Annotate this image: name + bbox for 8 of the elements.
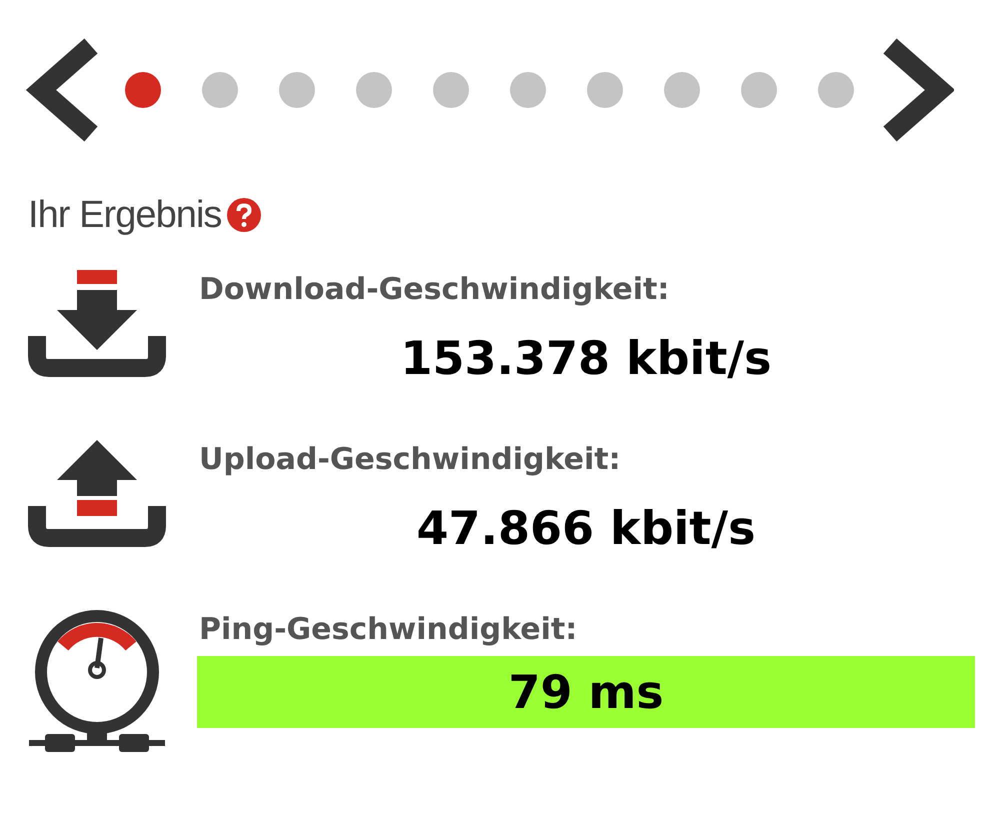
section-heading: Ihr Ergebnis xyxy=(28,192,222,238)
result-value: 153.378 kbit/s xyxy=(400,330,772,387)
help-icon[interactable] xyxy=(227,198,262,232)
result-value: 79 ms xyxy=(197,656,975,728)
result-label: Download-Geschwindigkeit: xyxy=(198,271,670,309)
result-label: Upload-Geschwindigkeit: xyxy=(198,441,622,479)
result-value: 47.866 kbit/s xyxy=(416,500,756,557)
result-label: Ping-Geschwindigkeit: xyxy=(198,611,578,649)
